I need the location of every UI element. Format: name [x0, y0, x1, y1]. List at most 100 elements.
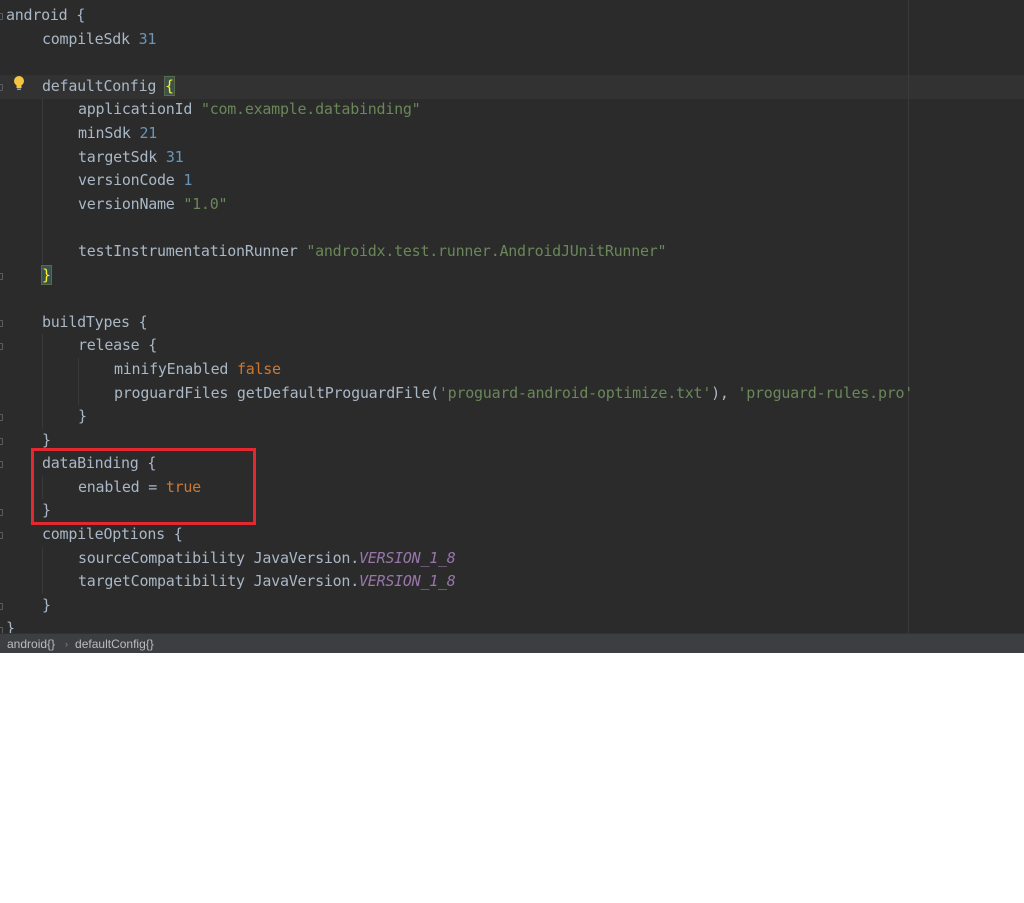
indent-guide [42, 239, 78, 264]
indent-guide [6, 169, 42, 193]
indent-guide [42, 121, 78, 146]
code-token: } [6, 619, 15, 633]
code-token: false [236, 359, 281, 378]
breadcrumb-item-defaultconfig[interactable]: defaultConfig{} [68, 637, 154, 651]
code-line[interactable]: targetCompatibility JavaVersion.VERSION_… [6, 570, 913, 594]
code-line[interactable]: targetSdk 31 [6, 145, 913, 170]
code-line[interactable]: } [6, 617, 913, 633]
indent-guide [42, 381, 78, 406]
code-token: } [42, 430, 51, 449]
indent-guide [6, 358, 42, 382]
code-line[interactable]: } [6, 594, 913, 618]
fold-marker-icon[interactable] [0, 508, 3, 516]
code-line[interactable]: } [6, 405, 913, 429]
code-token: targetSdk [78, 147, 166, 166]
fold-marker-icon[interactable] [0, 437, 3, 445]
code-token: release { [78, 336, 158, 355]
code-token: 21 [139, 123, 158, 142]
fold-marker-icon[interactable] [0, 83, 3, 91]
indent-guide [6, 570, 42, 594]
lightbulb-icon[interactable] [12, 75, 26, 93]
code-area[interactable]: android { compileSdk 31 defaultConfig {app… [6, 4, 913, 633]
code-line[interactable]: defaultConfig { [6, 75, 913, 99]
code-token: 'proguard-rules.pro' [737, 383, 914, 402]
indent-guide [42, 169, 78, 193]
code-line[interactable]: sourceCompatibility JavaVersion.VERSION_… [6, 546, 913, 571]
code-token: "androidx.test.runner.AndroidJUnitRunner… [306, 241, 667, 260]
fold-marker-icon[interactable] [0, 461, 3, 469]
indent-guide [42, 334, 78, 358]
code-token: 1 [183, 171, 193, 190]
indent-guide [42, 405, 78, 429]
fold-marker-icon[interactable] [0, 414, 3, 422]
code-token: versionName [78, 194, 184, 213]
code-line[interactable]: minifyEnabled false [6, 357, 913, 382]
indent-guide [78, 381, 114, 406]
code-token: minifyEnabled [114, 359, 237, 378]
code-token: minSdk [78, 123, 140, 142]
code-token: "1.0" [183, 194, 228, 213]
code-line[interactable]: testInstrumentationRunner "androidx.test… [6, 239, 913, 264]
code-line[interactable] [6, 51, 913, 75]
code-editor[interactable]: android { compileSdk 31 defaultConfig {app… [0, 0, 1024, 633]
databinding-highlight-box [31, 448, 256, 525]
fold-marker-icon[interactable] [0, 603, 3, 610]
code-token: VERSION_1_8 [358, 548, 456, 567]
breadcrumb-separator-icon: › [65, 638, 69, 649]
fold-marker-icon[interactable] [0, 13, 3, 20]
code-token: } [78, 407, 87, 426]
indent-guide [6, 594, 42, 618]
indent-guide [6, 122, 42, 146]
code-line[interactable] [6, 216, 913, 240]
indent-guide [6, 98, 42, 122]
breadcrumb: android{} › defaultConfig{} [0, 633, 1024, 653]
indent-guide [6, 193, 42, 217]
code-token: } [42, 595, 51, 614]
indent-guide [6, 216, 42, 240]
code-token: defaultConfig [42, 76, 165, 95]
code-token: buildTypes { [42, 312, 148, 331]
indent-guide [42, 357, 78, 382]
code-token: compileSdk [42, 29, 139, 48]
indent-guide [6, 146, 42, 170]
breadcrumb-item-android[interactable]: android{} [0, 637, 55, 651]
indent-guide [42, 192, 78, 217]
code-token: versionCode [78, 171, 184, 190]
code-line[interactable]: minSdk 21 [6, 121, 913, 146]
code-line[interactable]: versionName "1.0" [6, 192, 913, 217]
code-token: testInstrumentationRunner [78, 241, 307, 260]
indent-guide [42, 145, 78, 170]
indent-guide [6, 405, 42, 429]
code-token: VERSION_1_8 [358, 572, 456, 591]
indent-guide [6, 28, 42, 52]
indent-guide [42, 546, 78, 571]
code-line[interactable]: buildTypes { [6, 311, 913, 335]
fold-marker-icon[interactable] [0, 319, 3, 327]
fold-marker-icon[interactable] [0, 532, 3, 540]
code-token: compileOptions { [42, 525, 183, 544]
code-line[interactable]: applicationId "com.example.databinding" [6, 98, 913, 122]
code-token: 31 [138, 29, 157, 48]
indent-guide [6, 311, 42, 335]
code-token: ), [711, 383, 738, 402]
code-line[interactable]: release { [6, 334, 913, 358]
code-line[interactable]: } [6, 264, 913, 288]
fold-marker-icon[interactable] [0, 343, 3, 351]
indent-guide [78, 357, 114, 382]
code-line[interactable]: proguardFiles getDefaultProguardFile('pr… [6, 381, 914, 406]
code-line[interactable]: compileSdk 31 [6, 28, 913, 52]
fold-marker-icon[interactable] [0, 272, 3, 280]
code-token: android { [6, 6, 86, 24]
code-line[interactable] [6, 287, 913, 311]
indent-guide [6, 334, 42, 358]
code-token: 'proguard-android-optimize.txt' [438, 383, 712, 402]
indent-guide [6, 264, 42, 288]
code-line[interactable]: compileOptions { [6, 523, 913, 547]
code-token: } [41, 264, 52, 285]
indent-guide [6, 523, 42, 547]
indent-guide [6, 382, 42, 406]
indent-guide [42, 216, 78, 240]
code-token: targetCompatibility JavaVersion. [78, 572, 359, 591]
code-line[interactable]: android { [6, 4, 913, 28]
code-line[interactable]: versionCode 1 [6, 169, 913, 193]
